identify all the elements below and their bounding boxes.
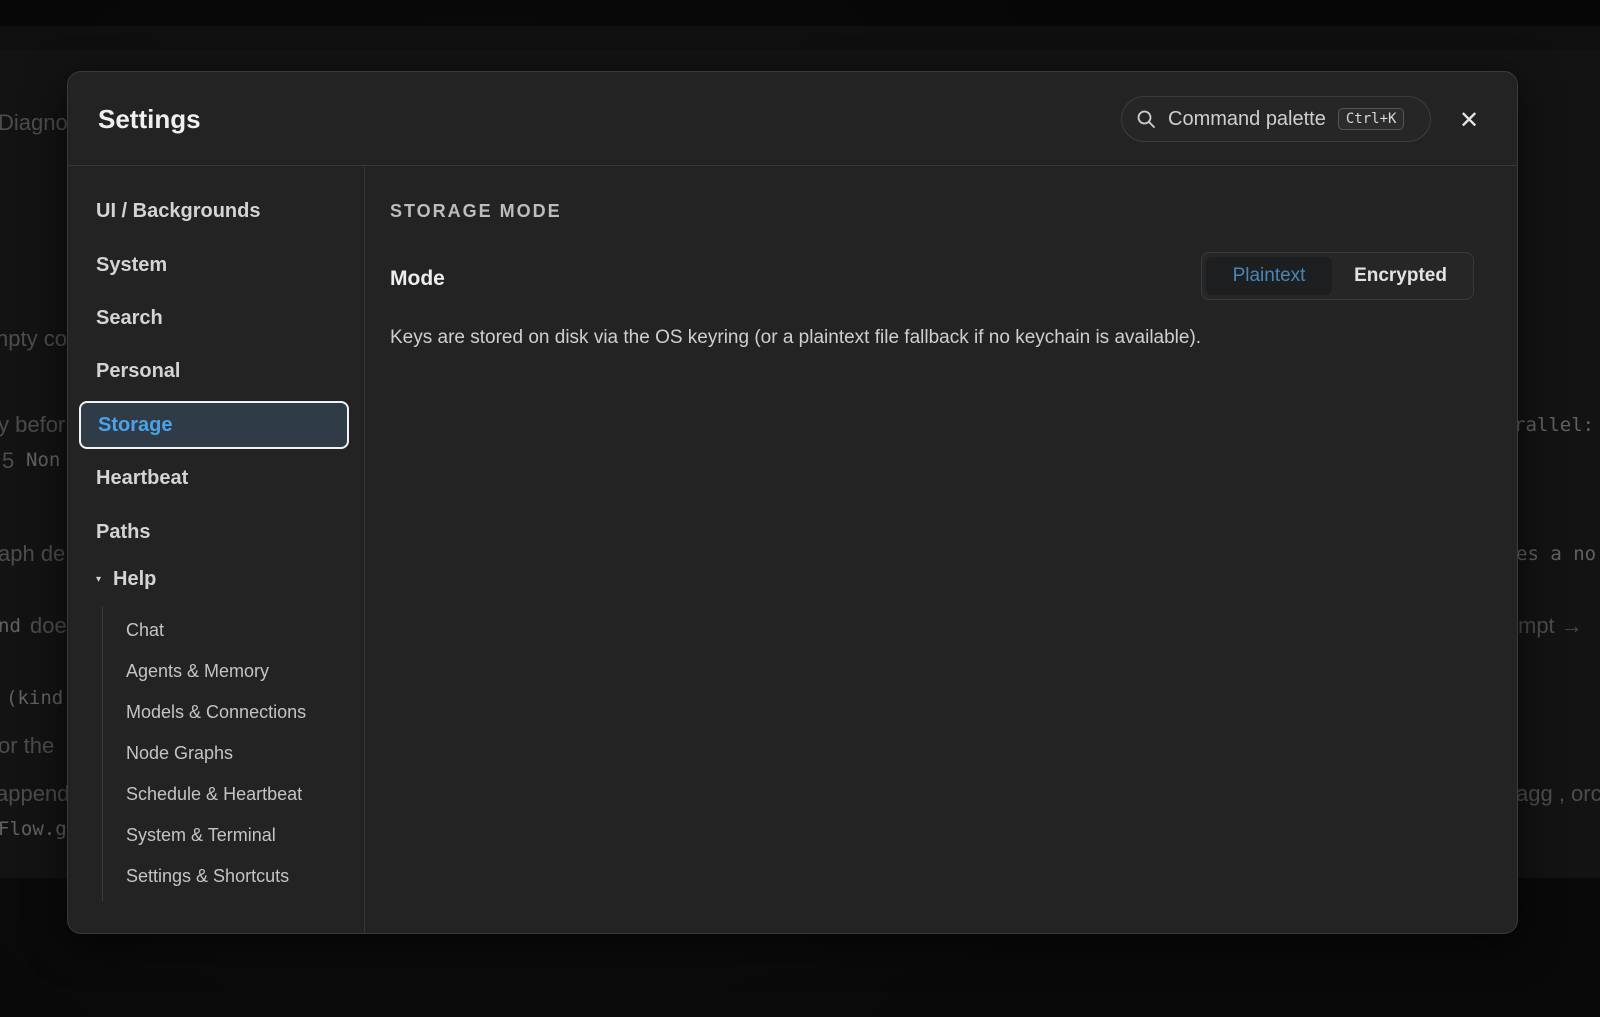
storage-mode-toggle: Plaintext Encrypted xyxy=(1201,252,1474,300)
sidebar-item-paths[interactable]: Paths xyxy=(79,508,349,556)
sidebar-item-label: Search xyxy=(96,306,163,329)
command-palette-label: Command palette xyxy=(1168,107,1326,130)
settings-sidebar: UI / Backgrounds System Search Personal … xyxy=(68,167,365,933)
sidebar-group-label: Help xyxy=(113,567,157,590)
help-group-divider xyxy=(102,607,103,901)
sidebar-item-label: System xyxy=(96,253,168,276)
sidebar-subitem-system-terminal[interactable]: System & Terminal xyxy=(126,825,276,846)
sidebar-subitem-models-connections[interactable]: Models & Connections xyxy=(126,702,306,723)
modal-header: Settings Command palette Ctrl+K ✕ xyxy=(68,72,1517,166)
close-icon: ✕ xyxy=(1458,106,1480,134)
search-icon xyxy=(1137,110,1155,128)
chevron-down-icon: ▾ xyxy=(96,573,102,585)
sidebar-item-label: Paths xyxy=(96,520,151,543)
sidebar-subitem-node-graphs[interactable]: Node Graphs xyxy=(126,743,233,764)
mode-option-encrypted[interactable]: Encrypted xyxy=(1332,257,1469,295)
mode-label: Mode xyxy=(390,267,445,290)
sidebar-item-search[interactable]: Search xyxy=(79,294,349,342)
command-palette-shortcut: Ctrl+K xyxy=(1337,108,1405,130)
sidebar-item-label: Personal xyxy=(96,359,181,382)
sidebar-item-heartbeat[interactable]: Heartbeat xyxy=(79,454,349,502)
sidebar-subitem-agents-memory[interactable]: Agents & Memory xyxy=(126,661,269,682)
sidebar-subitem-schedule-heartbeat[interactable]: Schedule & Heartbeat xyxy=(126,784,302,805)
sidebar-item-personal[interactable]: Personal xyxy=(79,347,349,395)
section-title: STORAGE MODE xyxy=(390,201,562,221)
sidebar-group-help-toggle[interactable]: ▾ Help xyxy=(96,564,156,594)
sidebar-item-system[interactable]: System xyxy=(79,241,349,289)
sidebar-subitem-settings-shortcuts[interactable]: Settings & Shortcuts xyxy=(126,866,289,887)
sidebar-item-storage[interactable]: Storage xyxy=(79,401,349,449)
sidebar-item-label: Heartbeat xyxy=(96,466,189,489)
sidebar-item-label: UI / Backgrounds xyxy=(96,199,261,222)
mode-option-plaintext[interactable]: Plaintext xyxy=(1206,257,1333,295)
modal-title: Settings xyxy=(98,104,201,134)
sidebar-item-ui-backgrounds[interactable]: UI / Backgrounds xyxy=(79,187,349,235)
sidebar-subitem-chat[interactable]: Chat xyxy=(126,620,164,641)
settings-content: STORAGE MODE Mode Plaintext Encrypted Ke… xyxy=(366,167,1517,933)
settings-modal: Settings Command palette Ctrl+K ✕ UI / B… xyxy=(67,71,1518,934)
sidebar-item-label: Storage xyxy=(98,413,173,436)
command-palette-button[interactable]: Command palette Ctrl+K xyxy=(1121,96,1431,142)
close-button[interactable]: ✕ xyxy=(1455,106,1483,134)
mode-description: Keys are stored on disk via the OS keyri… xyxy=(390,327,1202,348)
